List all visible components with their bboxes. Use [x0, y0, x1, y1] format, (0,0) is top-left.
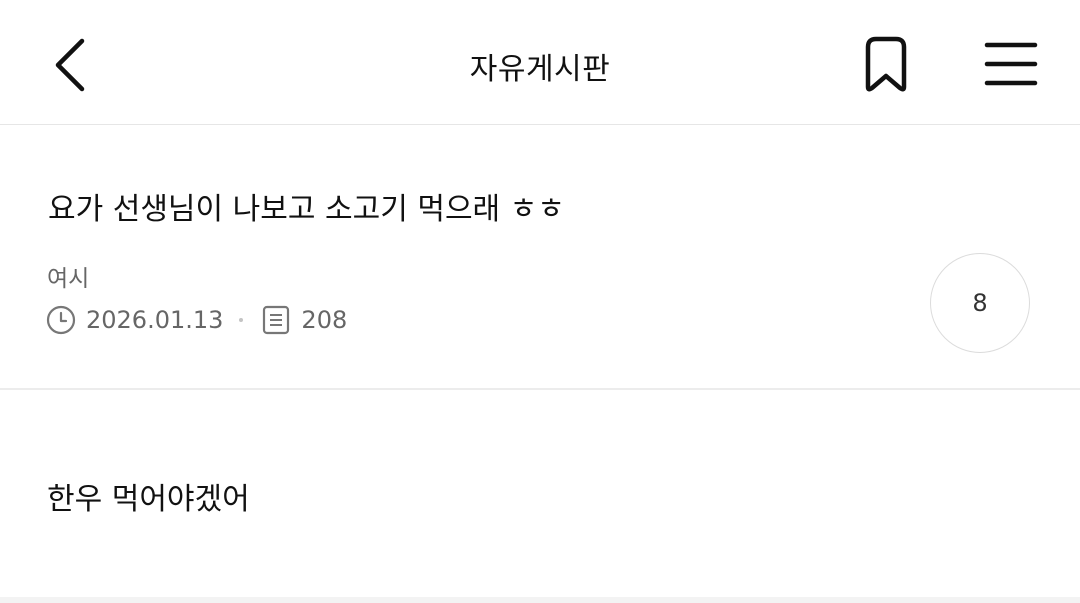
- top-app-bar: 자유게시판: [0, 0, 1080, 125]
- post-date: 2026.01.13: [86, 306, 224, 334]
- app-screen: 자유게시판 요가 선생님이 나보고 소고기 먹으래 ㅎㅎ 여시 2026.01.…: [0, 0, 1080, 603]
- post-header: 요가 선생님이 나보고 소고기 먹으래 ㅎㅎ 여시 2026.01.13 208: [0, 126, 1080, 390]
- menu-button[interactable]: [975, 28, 1047, 100]
- post-meta: 2026.01.13 208: [46, 302, 347, 338]
- views-document-icon: [261, 305, 291, 335]
- clock-icon: [46, 305, 76, 335]
- post-body: 한우 먹어야겠어: [47, 482, 250, 517]
- bookmark-button[interactable]: [850, 28, 922, 100]
- comment-count-button[interactable]: 8: [930, 253, 1030, 353]
- section-divider: [0, 597, 1080, 603]
- view-count: 208: [301, 306, 348, 334]
- meta-separator: [239, 318, 244, 322]
- post-title: 요가 선생님이 나보고 소고기 먹으래 ㅎㅎ: [48, 192, 565, 227]
- hamburger-menu-icon: [984, 42, 1038, 86]
- bookmark-icon: [865, 36, 907, 92]
- author-name[interactable]: 여시: [47, 259, 89, 293]
